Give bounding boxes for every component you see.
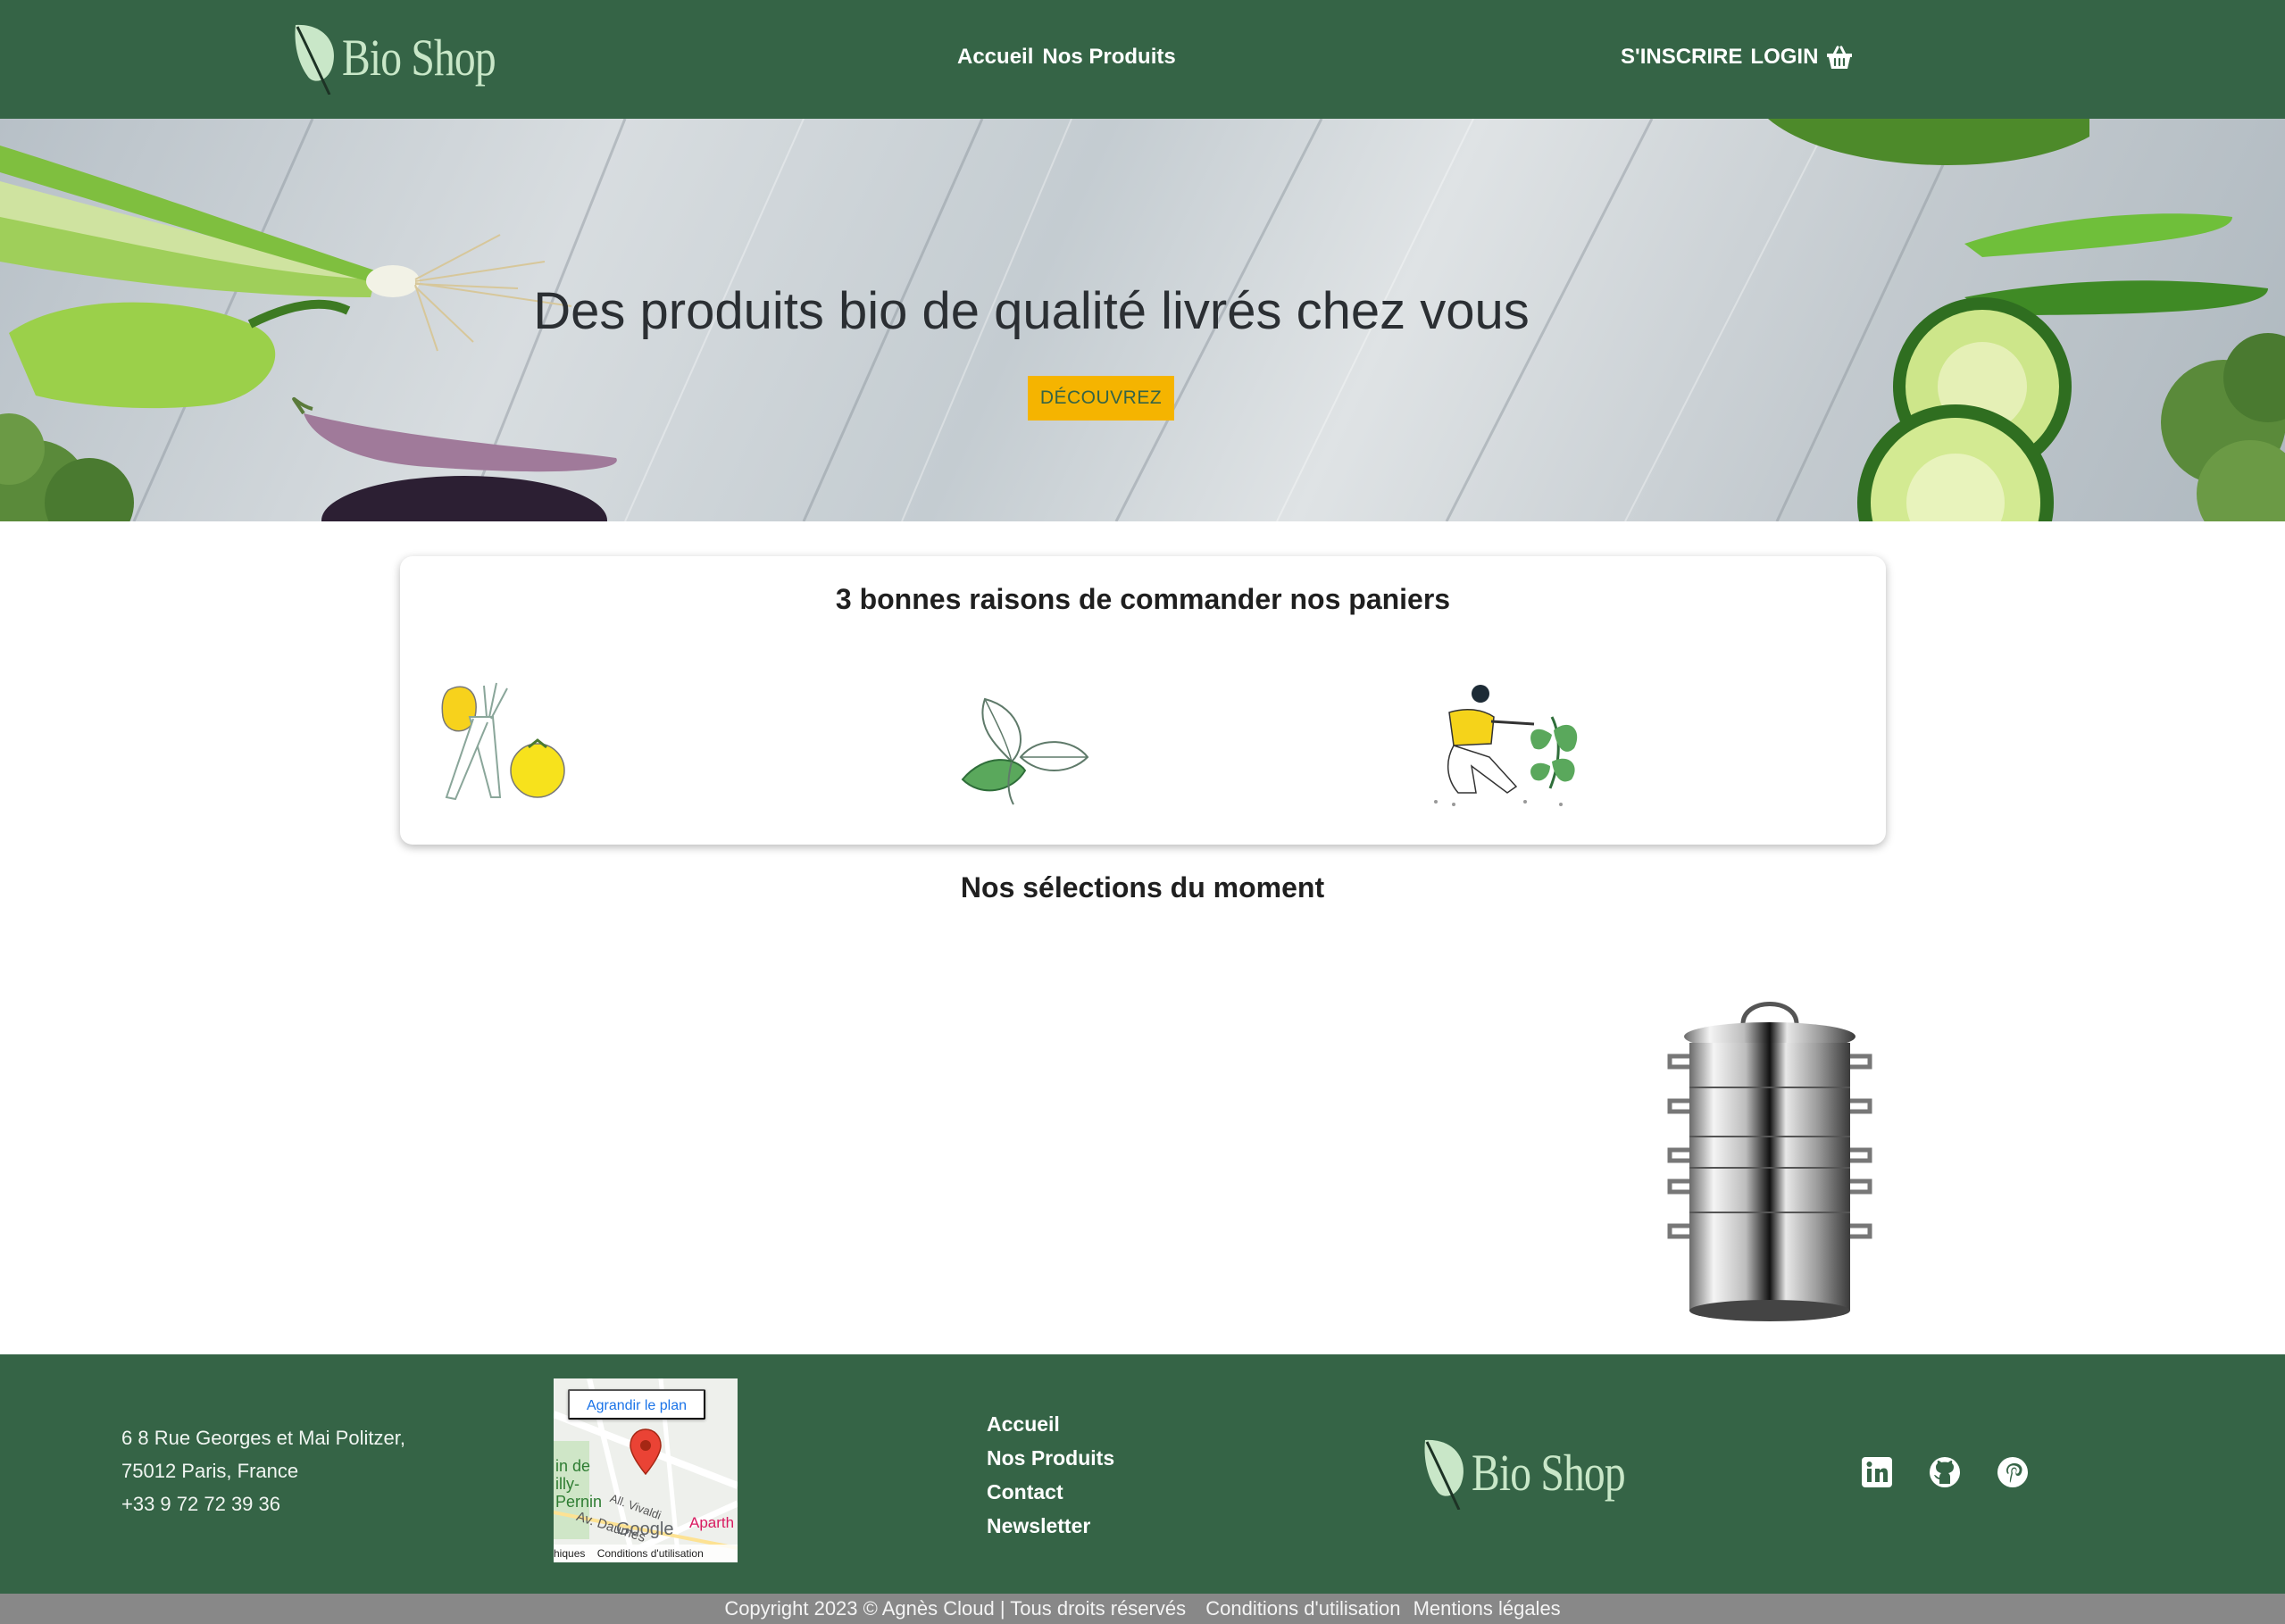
reasons-card: 3 bonnes raisons de commander nos panier… — [400, 556, 1886, 845]
login-link[interactable]: LOGIN — [1750, 45, 1818, 70]
google-map[interactable]: Agrandir le plan in de illy- Pernin All.… — [554, 1378, 738, 1562]
map-terms-link[interactable]: Conditions d'utilisation — [597, 1547, 704, 1560]
map-terms-left: hiques — [554, 1547, 586, 1560]
footer-link-contact[interactable]: Contact — [987, 1480, 1114, 1504]
hero-banner: Des produits bio de qualité livrés chez … — [0, 119, 2285, 521]
steamer-pot-image[interactable] — [1663, 994, 1877, 1333]
linkedin-icon[interactable] — [1860, 1455, 1894, 1489]
selections-title: Nos sélections du moment — [960, 871, 1325, 904]
discover-button[interactable]: DÉCOUVREZ — [1028, 376, 1174, 421]
vegetables-illustration — [441, 682, 565, 801]
address-block: 6 8 Rue Georges et Mai Politzer, 75012 P… — [121, 1421, 405, 1520]
address-line-1: 6 8 Rue Georges et Mai Politzer, — [121, 1427, 405, 1449]
copyright-bar: Copyright 2023 © Agnès Cloud | Tous droi… — [0, 1594, 2285, 1624]
map-place-2: illy- — [555, 1475, 580, 1493]
nav-accueil[interactable]: Accueil — [957, 45, 1033, 70]
site-logo[interactable]: Bio Shop — [290, 20, 530, 95]
hero-title: Des produits bio de qualité livrés chez … — [533, 282, 1530, 340]
github-icon[interactable] — [1928, 1455, 1962, 1489]
footer-logo[interactable]: Bio Shop — [1420, 1435, 1659, 1510]
leaves-illustration — [961, 697, 1089, 805]
signup-link[interactable]: S'INSCRIRE — [1621, 45, 1742, 70]
google-logo: Google — [616, 1520, 674, 1539]
footer-logo-text: Bio Shop — [1472, 1443, 1626, 1502]
gardener-illustration — [1434, 685, 1578, 806]
pinterest-icon[interactable] — [1996, 1455, 2030, 1489]
leaf-logo-icon — [295, 24, 334, 95]
leaf-logo-icon — [1424, 1439, 1464, 1510]
legal-link[interactable]: Mentions légales — [1414, 1597, 1561, 1620]
footer-nav: Accueil Nos Produits Contact Newsletter — [987, 1412, 1114, 1538]
main-nav: Accueil Nos Produits — [957, 45, 1176, 70]
footer-link-accueil[interactable]: Accueil — [987, 1412, 1114, 1437]
terms-link[interactable]: Conditions d'utilisation — [1205, 1597, 1400, 1620]
map-terms-bar: hiques Conditions d'utilisation — [554, 1545, 738, 1562]
enlarge-map-button[interactable]: Agrandir le plan — [568, 1389, 705, 1420]
account-nav: S'INSCRIRE LOGIN — [1621, 45, 1853, 70]
reasons-title: 3 bonnes raisons de commander nos panier… — [835, 583, 1451, 615]
site-footer: 6 8 Rue Georges et Mai Politzer, 75012 P… — [0, 1354, 2285, 1594]
footer-link-newsletter[interactable]: Newsletter — [987, 1514, 1114, 1538]
copyright-text: Copyright 2023 © Agnès Cloud | Tous droi… — [724, 1597, 1187, 1620]
nav-nos-produits[interactable]: Nos Produits — [1042, 45, 1175, 70]
shopping-basket-icon[interactable] — [1826, 45, 1853, 70]
map-place-4: Aparth — [689, 1514, 735, 1531]
phone-number[interactable]: +33 9 72 72 39 36 — [121, 1487, 405, 1520]
address-line-2: 75012 Paris, France — [121, 1460, 299, 1482]
social-links — [1860, 1455, 2030, 1489]
map-place-1: in de — [555, 1457, 591, 1475]
logo-text: Bio Shop — [342, 28, 496, 87]
footer-link-nos-produits[interactable]: Nos Produits — [987, 1446, 1114, 1470]
map-pin-icon — [630, 1428, 662, 1475]
site-header: Bio Shop Accueil Nos Produits S'INSCRIRE… — [0, 0, 2285, 119]
